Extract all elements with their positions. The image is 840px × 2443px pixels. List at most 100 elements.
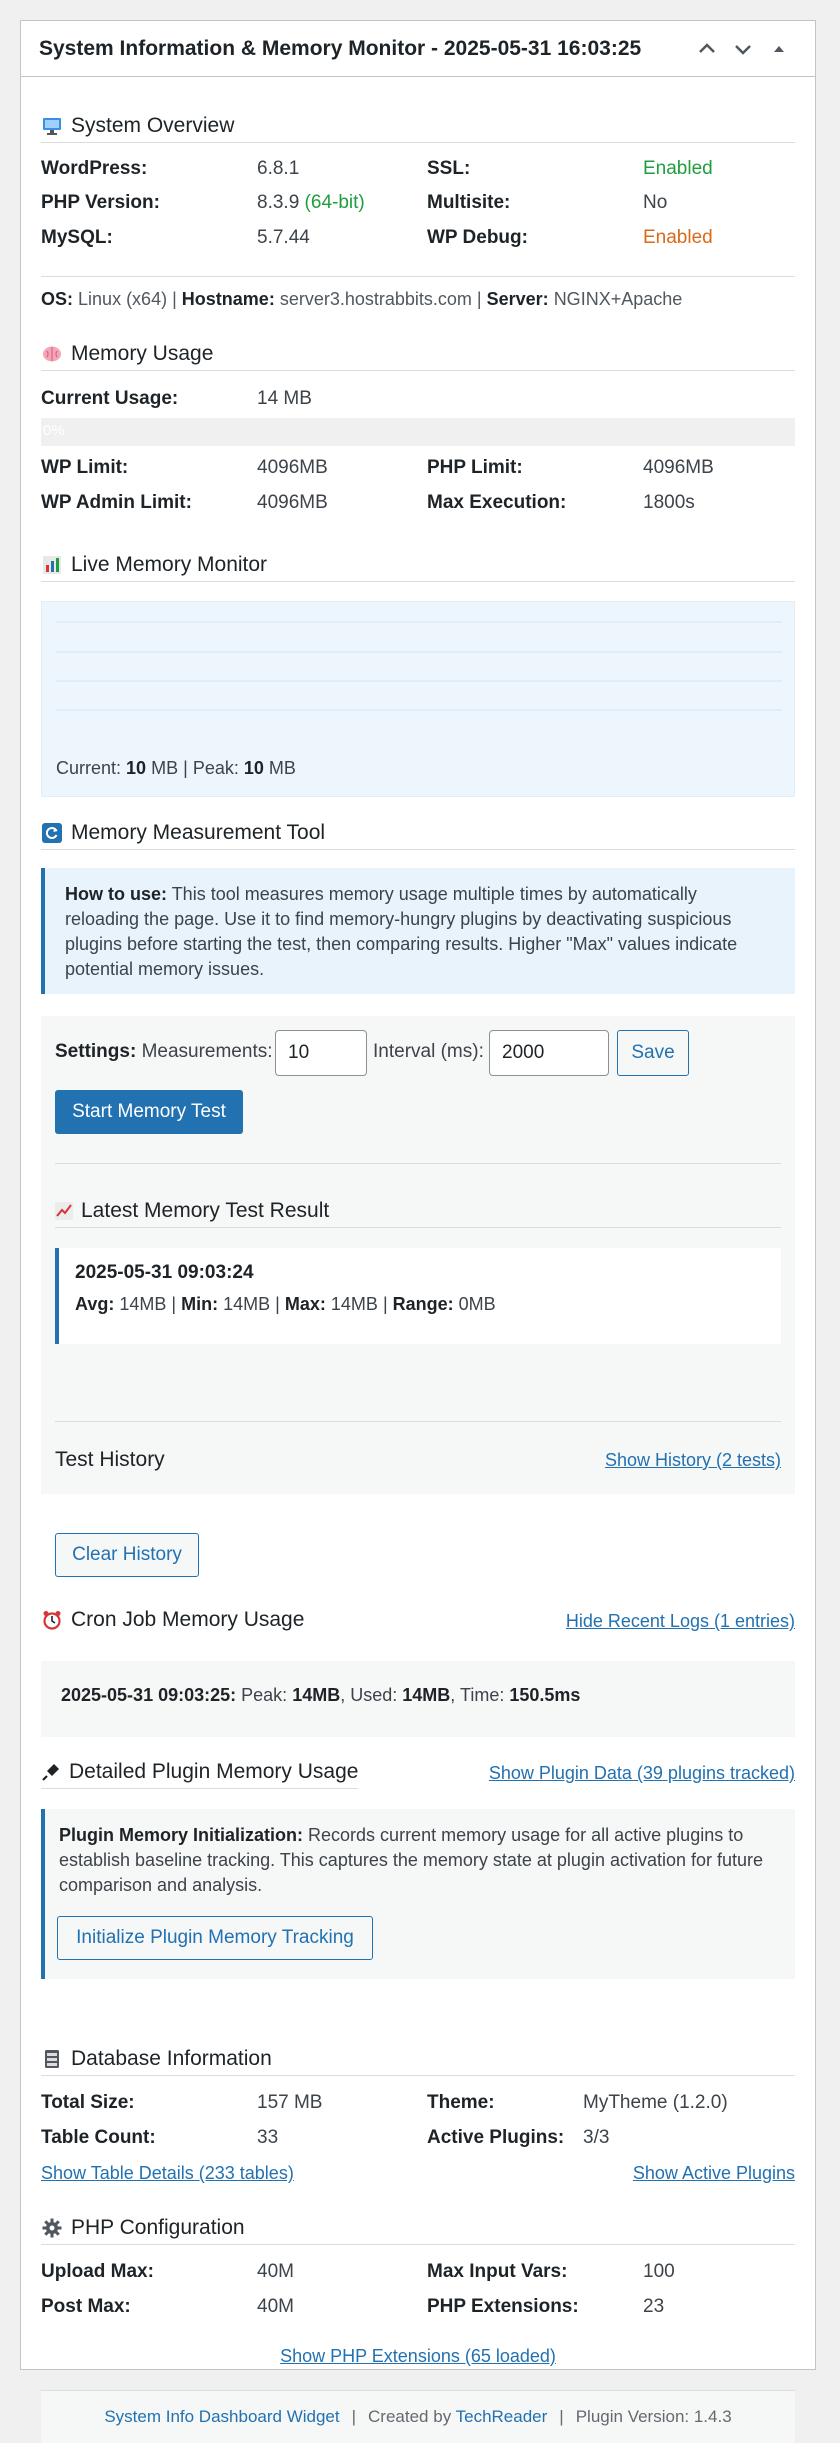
max-label: Max: xyxy=(284,1294,326,1314)
move-up-button[interactable] xyxy=(689,31,725,67)
chevron-down-icon xyxy=(735,44,751,55)
peak-value: 14MB xyxy=(292,1685,341,1705)
mysql-label: MySQL: xyxy=(41,227,113,248)
separator: | xyxy=(183,758,188,778)
widget-footer: System Info Dashboard Widget | Created b… xyxy=(41,2391,795,2443)
plug-icon xyxy=(41,1762,61,1782)
database-title: Database Information xyxy=(71,2047,272,2070)
divider xyxy=(41,276,795,277)
show-php-extensions-link[interactable]: Show PHP Extensions (65 loaded) xyxy=(280,2346,556,2366)
measurements-input[interactable]: 10 xyxy=(275,1030,367,1076)
memory-usage-heading: Memory Usage xyxy=(41,342,795,371)
latest-result-date: 2025-05-31 09:03:24 xyxy=(75,1262,254,1283)
multisite-label: Multisite: xyxy=(427,192,511,213)
show-active-plugins-link[interactable]: Show Active Plugins xyxy=(633,2163,795,2184)
php-extensions-value: 23 xyxy=(643,2296,665,2317)
active-plugins-value: 3/3 xyxy=(583,2127,610,2148)
unit: MB xyxy=(151,758,179,778)
max-input-vars-label: Max Input Vars: xyxy=(427,2261,568,2282)
wp-debug-label: WP Debug: xyxy=(427,227,528,248)
memory-usage-title: Memory Usage xyxy=(71,342,214,365)
plugins-title: Detailed Plugin Memory Usage xyxy=(69,1760,359,1783)
current-value: 10 xyxy=(126,758,147,778)
alarm-clock-icon xyxy=(41,1609,63,1631)
show-extensions-wrap: Show PHP Extensions (65 loaded) xyxy=(41,2346,795,2368)
live-monitor-graph xyxy=(56,621,782,711)
cron-title: Cron Job Memory Usage xyxy=(71,1608,305,1631)
separator: | xyxy=(382,1294,388,1314)
separator: | xyxy=(275,1294,280,1314)
wordpress-label: WordPress: xyxy=(41,158,148,179)
used-label: Used: xyxy=(350,1685,398,1705)
latest-result-stats: Avg: 14MB | Min: 14MB | Max: 14MB | Rang… xyxy=(75,1294,765,1315)
live-monitor-readout: Current: 10 MB | Peak: 10 MB xyxy=(56,758,296,779)
chevron-up-icon xyxy=(699,42,715,53)
range-value: 0MB xyxy=(458,1294,496,1314)
live-monitor-chart: Current: 10 MB | Peak: 10 MB xyxy=(41,601,795,797)
unit: MB xyxy=(268,758,296,778)
interval-label: Interval (ms): xyxy=(373,1041,484,1062)
show-history-link[interactable]: Show History (2 tests) xyxy=(605,1450,781,1471)
save-button[interactable]: Save xyxy=(617,1030,689,1076)
system-overview-title: System Overview xyxy=(71,114,235,137)
post-max-value: 40M xyxy=(257,2296,294,2317)
separator: | xyxy=(171,1294,177,1314)
database-heading: Database Information xyxy=(41,2047,795,2076)
widget-link[interactable]: System Info Dashboard Widget xyxy=(104,2407,339,2427)
dashboard-widget: System Information & Memory Monitor - 20… xyxy=(20,20,816,2443)
peak-label: Peak: xyxy=(192,758,239,778)
clear-history-button[interactable]: Clear History xyxy=(55,1533,199,1577)
collapse-toggle-button[interactable] xyxy=(761,31,797,67)
server-label: Server: xyxy=(486,289,549,309)
active-plugins-label: Active Plugins: xyxy=(427,2127,565,2148)
php-config-heading: PHP Configuration xyxy=(41,2216,795,2245)
php-version-label: PHP Version: xyxy=(41,192,160,213)
comma: , xyxy=(340,1685,346,1705)
php-bits: (64-bit) xyxy=(304,192,365,213)
created-by-text: Created by xyxy=(368,2407,452,2426)
created-by: Created by TechReader xyxy=(368,2407,547,2427)
hostname-label: Hostname: xyxy=(181,289,275,309)
peak-label: Peak: xyxy=(241,1685,288,1705)
separator: | xyxy=(476,289,482,309)
caret-up-icon xyxy=(774,45,784,52)
server-value: NGINX+Apache xyxy=(553,289,683,309)
plugins-heading: Detailed Plugin Memory Usage xyxy=(41,1760,359,1789)
time-value: 150.5ms xyxy=(509,1685,581,1705)
total-size-label: Total Size: xyxy=(41,2092,135,2113)
plugin-init-label: Plugin Memory Initialization: xyxy=(59,1825,304,1845)
upload-max-label: Upload Max: xyxy=(41,2261,154,2282)
table-count-label: Table Count: xyxy=(41,2127,156,2148)
wordpress-value: 6.8.1 xyxy=(257,158,300,179)
php-version-number: 8.3.9 xyxy=(257,192,300,213)
multisite-value: No xyxy=(643,192,668,213)
widget-header: System Information & Memory Monitor - 20… xyxy=(21,21,815,77)
interval-input-value: 2000 xyxy=(502,1042,545,1063)
post-max-label: Post Max: xyxy=(41,2296,131,2317)
current-usage-label: Current Usage: xyxy=(41,388,179,409)
show-table-details-link[interactable]: Show Table Details (233 tables) xyxy=(41,2163,294,2184)
hostname-value: server3.hostrabbits.com xyxy=(279,289,472,309)
show-plugin-data-link[interactable]: Show Plugin Data (39 plugins tracked) xyxy=(489,1763,795,1784)
hide-recent-logs-link[interactable]: Hide Recent Logs (1 entries) xyxy=(566,1611,795,1632)
wp-limit-value: 4096MB xyxy=(257,457,328,478)
ssl-value: Enabled xyxy=(643,158,713,179)
os-label: OS: xyxy=(41,289,74,309)
widget-title: System Information & Memory Monitor - 20… xyxy=(39,36,642,60)
initialize-plugin-tracking-button[interactable]: Initialize Plugin Memory Tracking xyxy=(57,1916,373,1960)
comma: , xyxy=(450,1685,456,1705)
move-down-button[interactable] xyxy=(725,31,761,67)
server-info-line: OS: Linux (x64) | Hostname: server3.host… xyxy=(41,289,682,310)
wp-admin-limit-value: 4096MB xyxy=(257,492,328,513)
wp-debug-value: Enabled xyxy=(643,227,713,248)
settings-label: Settings: xyxy=(55,1041,137,1062)
author-link[interactable]: TechReader xyxy=(456,2407,548,2426)
interval-input[interactable]: 2000 xyxy=(489,1030,609,1076)
separator: | xyxy=(351,2407,357,2426)
max-value: 14MB xyxy=(330,1294,378,1314)
divider xyxy=(55,1163,781,1164)
divider xyxy=(55,1421,781,1422)
peak-value: 10 xyxy=(243,758,264,778)
start-memory-test-button[interactable]: Start Memory Test xyxy=(55,1090,243,1134)
max-input-vars-value: 100 xyxy=(643,2261,675,2282)
